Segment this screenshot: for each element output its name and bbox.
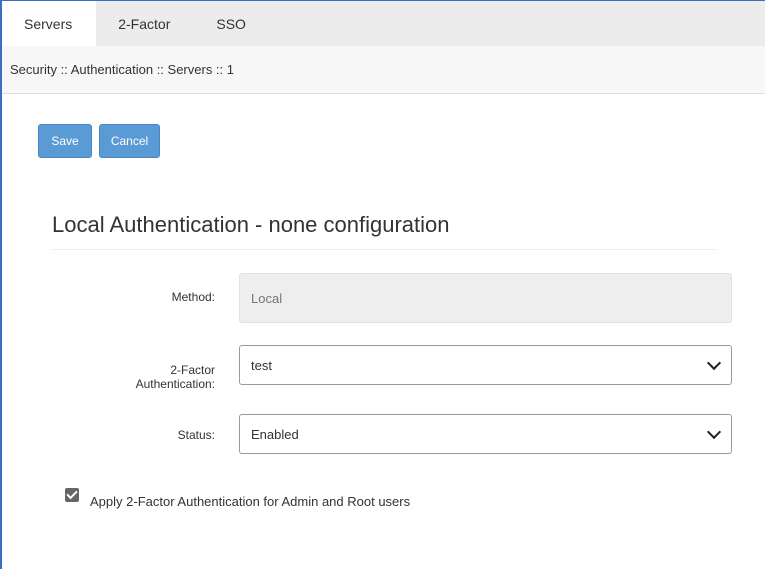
status-label: Status: (177, 428, 215, 442)
tab-servers[interactable]: Servers (2, 1, 97, 46)
breadcrumb-text: Security :: Authentication :: Servers ::… (10, 62, 234, 77)
cancel-button[interactable]: Cancel (99, 124, 160, 158)
two-factor-label: 2-Factor Authentication: (95, 363, 215, 391)
status-select[interactable]: Enabled (239, 414, 732, 454)
two-factor-label-line1: 2-Factor (170, 363, 215, 377)
tab-2-factor-label: 2-Factor (118, 15, 171, 32)
chevron-down-icon (706, 424, 722, 440)
method-label: Method: (171, 290, 215, 304)
apply-2fa-checkbox[interactable] (65, 488, 79, 502)
section-title: Local Authentication - none configuratio… (52, 212, 450, 237)
two-factor-label-line2: Authentication: (135, 377, 215, 391)
chevron-down-icon (706, 355, 722, 371)
status-selected-value: Enabled (251, 426, 299, 442)
tab-sso[interactable]: SSO (194, 1, 270, 46)
tab-servers-label: Servers (24, 15, 73, 32)
tab-bar: Servers 2-Factor SSO (2, 1, 765, 46)
tab-sso-label: SSO (216, 15, 246, 32)
two-factor-selected-value: test (251, 357, 272, 373)
method-field: Local (239, 273, 732, 323)
apply-2fa-label: Apply 2-Factor Authentication for Admin … (90, 494, 411, 509)
two-factor-select[interactable]: test (239, 345, 732, 385)
section-divider (52, 249, 716, 250)
method-value: Local (251, 290, 283, 306)
save-button[interactable]: Save (38, 124, 92, 158)
breadcrumb: Security :: Authentication :: Servers ::… (2, 46, 765, 94)
tab-2-factor[interactable]: 2-Factor (96, 1, 194, 46)
